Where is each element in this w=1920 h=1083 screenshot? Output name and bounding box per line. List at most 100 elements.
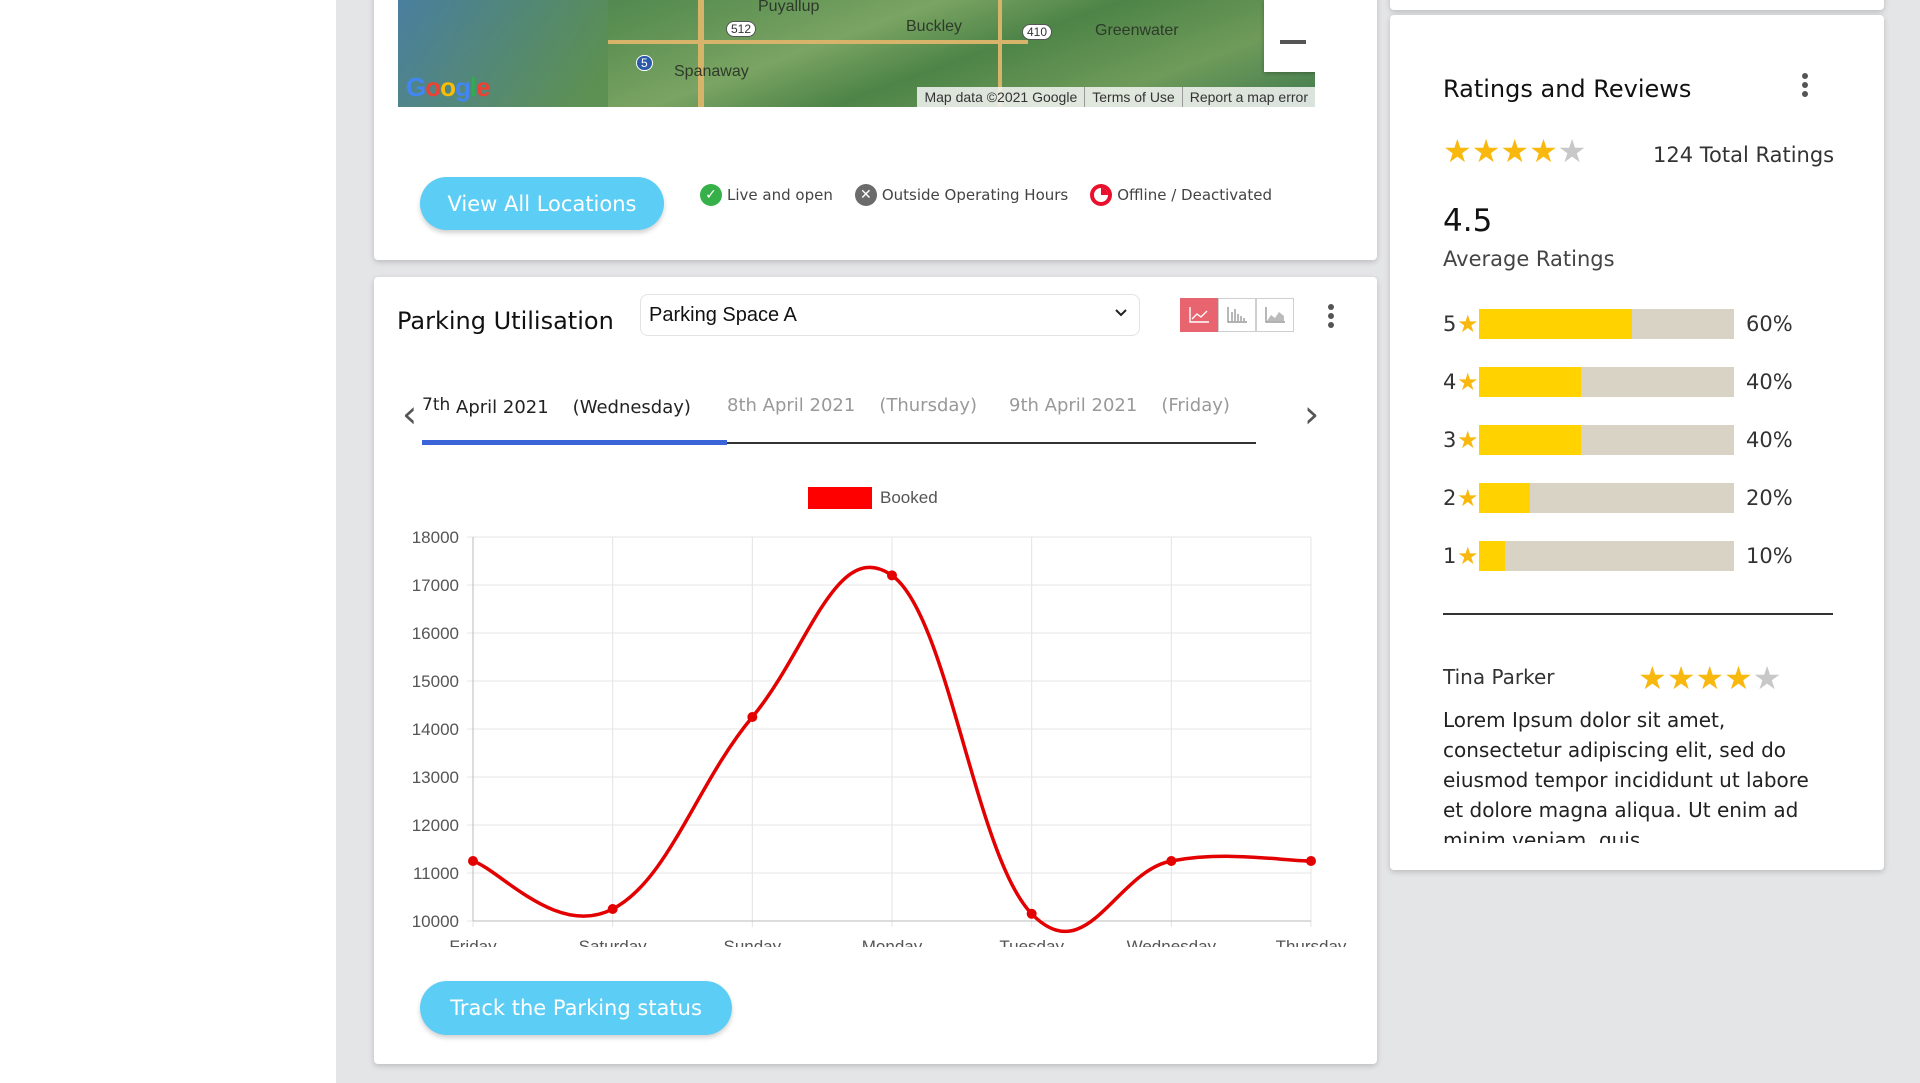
rating-percentage: 20% (1746, 486, 1793, 510)
star-icon: ★ (1457, 484, 1479, 512)
map-place-label: Buckley (906, 18, 963, 35)
track-parking-status-button[interactable]: Track the Parking status (420, 981, 732, 1035)
rating-bar (1479, 483, 1734, 513)
active-date-indicator (422, 440, 727, 445)
area-chart-button[interactable] (1256, 298, 1294, 332)
chevron-right-icon[interactable]: › (1304, 395, 1319, 433)
map-data-text: Map data ©2021 Google (924, 89, 1078, 105)
x-tick-label: Monday (862, 937, 923, 947)
y-tick-label: 17000 (412, 576, 459, 595)
y-tick-label: 18000 (412, 528, 459, 547)
rating-star-count: 2 (1443, 486, 1457, 510)
legend-series-name: Booked (880, 488, 938, 507)
reviewer-name: Tina Parker (1443, 665, 1555, 689)
rating-bar (1479, 367, 1734, 397)
legend-live: ✓ Live and open (700, 184, 833, 206)
x-tick-label: Tuesday (999, 937, 1064, 947)
x-tick-label: Wednesday (1127, 937, 1217, 947)
rating-star-count: 5 (1443, 312, 1457, 336)
x-icon: ✕ (854, 184, 877, 206)
rating-percentage: 40% (1746, 370, 1793, 394)
map-route-shield: 5 (636, 55, 653, 71)
date-weekday: (Wednesday) (572, 397, 691, 418)
star-filled-icon: ★ (1638, 659, 1667, 697)
data-point (1306, 856, 1316, 866)
star-filled-icon: ★ (1500, 132, 1530, 170)
star-empty-icon: ★ (1752, 659, 1782, 697)
map-route-shield: 512 (726, 21, 757, 37)
average-rating-label: Average Ratings (1443, 247, 1615, 271)
divider (1443, 613, 1833, 615)
star-filled-icon: ★ (1471, 132, 1501, 170)
zoom-out-button[interactable] (1264, 0, 1315, 72)
map-road (698, 0, 704, 107)
x-tick-label: Saturday (579, 937, 648, 947)
map-place-label: Puyallup (758, 0, 820, 15)
clock-icon (1090, 184, 1113, 206)
parking-utilisation-card: Parking Utilisation Parking Space A ‹ 7t… (374, 277, 1377, 1064)
date-label: 7th April 2021 (422, 395, 549, 418)
legend-outside-hours: ✕ Outside Operating Hours (854, 184, 1069, 206)
map-view[interactable]: Puyallup Buckley Greenwater Spanaway 512… (398, 0, 1315, 107)
date-label: 9th April 2021 (1009, 395, 1138, 416)
terms-of-use-link[interactable]: Terms of Use (1084, 87, 1181, 107)
legend-label: Offline / Deactivated (1117, 186, 1273, 204)
ratings-more-options-button[interactable] (1800, 73, 1810, 97)
check-icon: ✓ (700, 184, 722, 206)
data-point (607, 904, 618, 914)
chart-type-toggle (1180, 298, 1294, 332)
x-tick-label: Thursday (1276, 937, 1347, 947)
rating-bar (1479, 309, 1734, 339)
rating-percentage: 40% (1746, 428, 1793, 452)
chevron-left-icon[interactable]: ‹ (402, 395, 417, 433)
average-rating-value: 4.5 (1443, 203, 1493, 239)
google-logo: Google (406, 72, 491, 102)
data-point (1026, 908, 1037, 919)
date-navigator: ‹ 7th April 2021 (Wednesday) 8th April 2… (402, 395, 1366, 451)
legend-label: Live and open (727, 186, 833, 204)
y-tick-label: 10000 (412, 912, 459, 931)
rating-percentage: 10% (1746, 544, 1793, 568)
view-all-locations-button[interactable]: View All Locations (420, 177, 664, 230)
date-tab-2[interactable]: 9th April 2021 (Friday) (1009, 395, 1230, 416)
map-place-label: Greenwater (1095, 22, 1179, 39)
date-tab-0[interactable]: 7th April 2021 (Wednesday) (422, 395, 691, 418)
date-weekday: (Friday) (1161, 395, 1230, 416)
star-filled-icon: ★ (1666, 659, 1696, 697)
legend-offline: Offline / Deactivated (1090, 184, 1272, 206)
y-tick-label: 16000 (412, 624, 459, 643)
rating-bar (1479, 541, 1734, 571)
map-place-label: Spanaway (674, 63, 749, 80)
star-filled-icon: ★ (1443, 132, 1472, 170)
y-tick-label: 14000 (412, 720, 459, 739)
legend-label: Outside Operating Hours (881, 186, 1069, 204)
left-blank-panel (0, 0, 336, 1083)
bar-chart-button[interactable] (1218, 298, 1256, 332)
kebab-icon (1802, 73, 1808, 79)
rating-star-count: 4 (1443, 370, 1457, 394)
parking-space-select[interactable]: Parking Space A (640, 294, 1140, 336)
rating-star-count: 3 (1443, 428, 1457, 452)
y-tick-label: 11000 (413, 864, 459, 883)
map-attribution: Map data ©2021 Google Terms of Use Repor… (917, 87, 1315, 107)
line-chart-icon (1189, 307, 1209, 323)
utilisation-line-chart: 18000 17000 16000 15000 14000 13000 12000 11000… (412, 528, 1347, 947)
rating-breakdown-row: 4 ★ 40% (1443, 367, 1793, 397)
rating-bar (1479, 425, 1734, 455)
star-icon: ★ (1457, 426, 1479, 454)
star-filled-icon: ★ (1529, 132, 1558, 170)
rating-bar-fill (1479, 541, 1505, 571)
kebab-icon (1328, 304, 1334, 310)
rating-breakdown-row: 1 ★ 10% (1443, 541, 1793, 571)
rating-percentage: 60% (1746, 312, 1793, 336)
map-card: Puyallup Buckley Greenwater Spanaway 512… (374, 0, 1377, 260)
legend-swatch (808, 487, 872, 509)
rating-bar-fill (1479, 483, 1530, 513)
parking-more-options-button[interactable] (1326, 304, 1336, 328)
bar-chart-icon (1227, 307, 1247, 323)
chart-legend[interactable]: Booked (808, 487, 938, 509)
report-map-error-link[interactable]: Report a map error (1181, 87, 1315, 107)
line-chart-button[interactable] (1180, 298, 1218, 332)
date-tab-1[interactable]: 8th April 2021 (Thursday) (727, 395, 977, 416)
star-empty-icon: ★ (1557, 132, 1587, 170)
